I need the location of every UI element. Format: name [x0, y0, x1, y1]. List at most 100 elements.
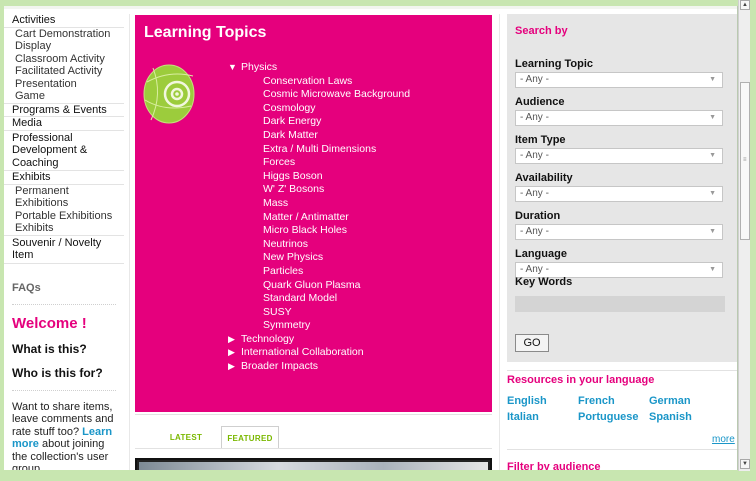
subtopic-item[interactable]: Mass [228, 197, 410, 211]
subtopic-item[interactable]: Cosmology [228, 102, 410, 116]
what-is-this-link[interactable]: What is this? [4, 342, 124, 356]
filter-label: Learning Topic [515, 58, 594, 70]
filter-select[interactable]: - Any - ▼ [515, 224, 723, 240]
tab-featured[interactable]: FEATURED [221, 426, 279, 449]
language-link[interactable]: Italian [507, 411, 539, 423]
subtopic-item[interactable]: Dark Energy [228, 115, 410, 129]
subtopic-item[interactable]: Extra / Multi Dimensions [228, 143, 410, 157]
chevron-down-icon[interactable]: ▼ [709, 263, 716, 277]
subtopic-item[interactable]: Cosmic Microwave Background [228, 88, 410, 102]
more-link[interactable]: more [712, 434, 735, 445]
filter-label: Availability [515, 172, 573, 184]
particle-logo [143, 64, 195, 124]
panel-title: Learning Topics [144, 24, 267, 41]
topic-item[interactable]: ▶ International Collaboration [228, 346, 410, 360]
top-strip [4, 6, 737, 9]
resources-title: Resources in your language [507, 374, 655, 386]
sidebar-item[interactable]: Media [4, 117, 124, 131]
search-panel: Search by Learning Topic - Any - ▼ Audience… [507, 14, 737, 362]
topic-label[interactable]: Technology [241, 333, 294, 345]
welcome-heading: Welcome ! [12, 314, 87, 332]
column-divider-left [129, 14, 130, 470]
sidebar-item[interactable]: Cart Demonstration Display [4, 28, 124, 53]
subtopic-item[interactable]: Neutrinos [228, 238, 410, 252]
sidebar-item[interactable]: Souvenir / Novelty Item [4, 236, 124, 264]
filter-select[interactable]: - Any - ▼ [515, 72, 723, 88]
tab-latest[interactable]: LATEST [164, 426, 208, 449]
topic-item[interactable]: ▼ Physics [228, 61, 410, 75]
filter-value: - Any - [520, 74, 549, 85]
resources-divider [507, 370, 737, 371]
subtopic-item[interactable]: SUSY [228, 306, 410, 320]
featured-image[interactable] [135, 458, 492, 470]
tabs-baseline [135, 448, 492, 449]
sidebar-item[interactable]: Classroom Activity [4, 53, 124, 66]
topic-label[interactable]: Physics [241, 61, 277, 73]
subtopic-item[interactable]: Matter / Antimatter [228, 211, 410, 225]
triangle-down-icon[interactable]: ▼ [228, 61, 237, 75]
topic-label[interactable]: International Collaboration [241, 346, 364, 358]
search-title: Search by [515, 25, 568, 37]
keywords-label: Key Words [515, 276, 573, 288]
filter-value: - Any - [520, 264, 549, 275]
language-link[interactable]: French [578, 395, 615, 407]
tabs-divider [135, 414, 492, 415]
subtopic-item[interactable]: Dark Matter [228, 129, 410, 143]
go-button[interactable]: GO [515, 334, 549, 352]
topic-item[interactable]: ▶ Technology [228, 333, 410, 347]
page-frame: Activities Cart Demonstration Display Clas… [4, 6, 738, 470]
faqs-link[interactable]: FAQs [4, 282, 124, 294]
triangle-right-icon[interactable]: ▶ [228, 346, 235, 360]
sidebar: Activities Cart Demonstration Display Clas… [4, 14, 124, 470]
filter-value: - Any - [520, 112, 549, 123]
sidebar-divider [12, 303, 116, 305]
chevron-down-icon[interactable]: ▼ [709, 111, 716, 125]
sidebar-item[interactable]: Programs & Events [4, 104, 124, 117]
filter-select[interactable]: - Any - ▼ [515, 186, 723, 202]
chevron-down-icon[interactable]: ▼ [709, 225, 716, 239]
sidebar-list: Activities Cart Demonstration Display Clas… [4, 14, 124, 264]
sidebar-item[interactable]: Exhibits [4, 171, 124, 185]
vertical-scrollbar[interactable]: ▲ ≡ ▼ [738, 0, 750, 471]
sidebar-item[interactable]: Facilitated Activity Presentation [4, 65, 124, 90]
subtopic-item[interactable]: Quark Gluon Plasma [228, 279, 410, 293]
triangle-right-icon[interactable]: ▶ [228, 360, 235, 374]
subtopic-item[interactable]: Standard Model [228, 292, 410, 306]
scroll-up-icon[interactable]: ▲ [740, 0, 750, 10]
sidebar-item[interactable]: Portable Exhibitions [4, 210, 124, 223]
filter-select[interactable]: - Any - ▼ [515, 110, 723, 126]
filter-value: - Any - [520, 150, 549, 161]
chevron-down-icon[interactable]: ▼ [709, 149, 716, 163]
filter-select[interactable]: - Any - ▼ [515, 148, 723, 164]
subtopic-item[interactable]: W' Z' Bosons [228, 183, 410, 197]
language-link[interactable]: English [507, 395, 547, 407]
language-link[interactable]: German [649, 395, 691, 407]
scroll-thumb[interactable]: ≡ [740, 82, 750, 240]
subtopic-item[interactable]: Conservation Laws [228, 75, 410, 89]
subtopic-item[interactable]: Micro Black Holes [228, 224, 410, 238]
scroll-down-icon[interactable]: ▼ [740, 459, 750, 469]
subtopic-item[interactable]: Particles [228, 265, 410, 279]
featured-image-content [139, 462, 488, 470]
who-is-this-for-link[interactable]: Who is this for? [4, 366, 124, 380]
subtopic-item[interactable]: Higgs Boson [228, 170, 410, 184]
language-link[interactable]: Spanish [649, 411, 692, 423]
sidebar-item[interactable]: Permanent Exhibitions [4, 185, 124, 210]
keywords-input[interactable] [515, 296, 725, 312]
grip-icon: ≡ [743, 157, 747, 163]
topic-item[interactable]: ▶ Broader Impacts [228, 360, 410, 374]
subtopic-item[interactable]: Symmetry [228, 319, 410, 333]
filter-value: - Any - [520, 188, 549, 199]
topic-label[interactable]: Broader Impacts [241, 360, 318, 372]
language-link[interactable]: Portuguese [578, 411, 639, 423]
subtopic-item[interactable]: Forces [228, 156, 410, 170]
chevron-down-icon[interactable]: ▼ [709, 73, 716, 87]
chevron-down-icon[interactable]: ▼ [709, 187, 716, 201]
sidebar-item[interactable]: Game [4, 90, 124, 104]
subtopic-item[interactable]: New Physics [228, 251, 410, 265]
sidebar-item[interactable]: Activities [4, 14, 124, 28]
triangle-right-icon[interactable]: ▶ [228, 333, 235, 347]
sidebar-item[interactable]: Professional Development & Coaching [4, 131, 124, 171]
sidebar-item[interactable]: Exhibits [4, 222, 124, 236]
audience-title: Filter by audience [507, 461, 601, 470]
